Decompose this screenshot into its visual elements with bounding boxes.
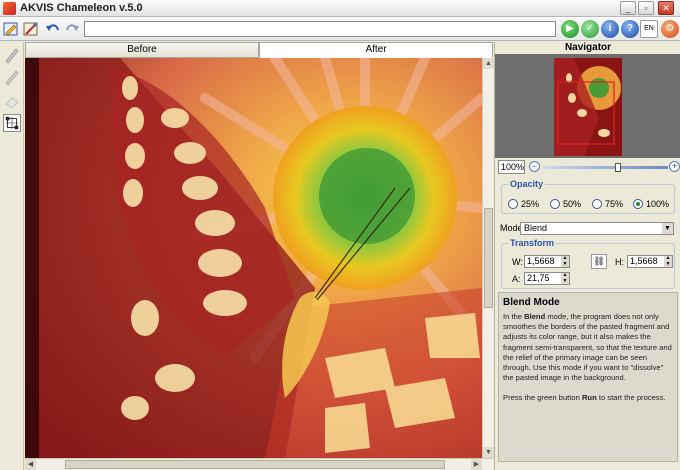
mode-row: Mode Blend ▼ <box>500 222 676 236</box>
scroll-left-arrow-icon[interactable]: ◀ <box>25 459 36 470</box>
apply-button[interactable]: ✓ <box>581 20 599 38</box>
help-button[interactable]: ? <box>621 20 639 38</box>
run-button[interactable]: ▶ <box>561 20 579 38</box>
tab-before[interactable]: Before <box>25 42 259 58</box>
width-spinner-icon[interactable]: ▲ ▼ <box>561 255 569 267</box>
info-button[interactable]: i <box>601 20 619 38</box>
maximize-button[interactable]: ▫ <box>638 1 654 15</box>
scroll-up-arrow-icon[interactable]: ▲ <box>483 58 494 69</box>
language-button[interactable]: EN <box>640 20 658 38</box>
navigator-thumbnail <box>554 58 622 156</box>
vertical-scroll-thumb[interactable] <box>484 208 493 308</box>
mode-value: Blend <box>524 223 548 233</box>
zoom-row: 100% − + <box>495 159 680 175</box>
horizontal-scroll-thumb[interactable] <box>65 460 445 469</box>
canvas-horizontal-scrollbar[interactable]: ◀ ▶ <box>25 458 493 470</box>
angle-spinner-icon[interactable]: ▲ ▼ <box>561 272 569 284</box>
transform-tool-icon[interactable] <box>3 114 21 132</box>
close-button[interactable]: ✕ <box>658 1 674 15</box>
help-paragraph-1: In the Blend mode, the program does not … <box>503 312 672 383</box>
pencil-tool-icon[interactable] <box>3 46 21 64</box>
navigator-preview[interactable] <box>495 54 680 158</box>
app-logo-icon <box>3 2 16 15</box>
scroll-right-arrow-icon[interactable]: ▶ <box>471 459 482 470</box>
help-title: Blend Mode <box>503 297 560 308</box>
open-file-icon[interactable] <box>2 20 20 38</box>
height-label: H: <box>615 257 624 267</box>
settings-button[interactable]: ⚙ <box>661 20 679 38</box>
opacity-group: Opacity 25% 50% 75% 100% <box>501 179 675 214</box>
radio-dot[interactable] <box>508 199 518 209</box>
brush-tool-icon[interactable] <box>3 68 21 86</box>
radio-dot[interactable] <box>592 199 602 209</box>
tool-strip <box>0 42 24 470</box>
help-paragraph-2: Press the green button Run to start the … <box>503 393 666 403</box>
window-title: AKVIS Chameleon v.5.0 <box>20 2 143 14</box>
minimize-button[interactable]: _ <box>620 1 636 15</box>
zoom-slider[interactable] <box>543 166 668 169</box>
zoom-out-icon[interactable]: − <box>529 161 540 172</box>
opacity-option-100[interactable]: 100% <box>633 198 669 210</box>
settings-panel: Navigator 100% − + Opacity 25% 50% 75% 1… <box>494 42 680 470</box>
height-spinner-icon[interactable]: ▲ ▼ <box>664 255 672 267</box>
angle-input[interactable]: 21,75 ▲ ▼ <box>524 272 570 285</box>
radio-dot[interactable] <box>550 199 560 209</box>
angle-label: A: <box>512 274 521 284</box>
butterfly-flower-image <box>25 58 482 458</box>
chevron-down-icon[interactable]: ▼ <box>662 223 673 234</box>
zoom-slider-handle[interactable] <box>615 163 621 172</box>
width-input[interactable]: 1,5668 ▲ ▼ <box>524 255 570 268</box>
toolbar: ▶ ✓ i ? EN ⚙ <box>0 17 680 41</box>
mode-select[interactable]: Blend ▼ <box>520 222 674 235</box>
navigator-header: Navigator <box>564 42 612 53</box>
transform-title: Transform <box>508 238 557 248</box>
image-canvas[interactable] <box>25 58 482 458</box>
view-tabs: Before After <box>25 42 493 58</box>
path-input[interactable] <box>84 21 556 37</box>
eraser-tool-icon[interactable] <box>3 92 21 110</box>
opacity-option-50[interactable]: 50% <box>550 198 581 210</box>
title-bar: AKVIS Chameleon v.5.0 _ ▫ ✕ <box>0 0 680 17</box>
link-proportions-icon[interactable]: ⛓ <box>591 254 607 269</box>
opacity-option-75[interactable]: 75% <box>592 198 623 210</box>
height-input[interactable]: 1,5668 ▲ ▼ <box>627 255 673 268</box>
opacity-title: Opacity <box>508 179 546 189</box>
radio-dot-selected[interactable] <box>633 199 643 209</box>
tab-after[interactable]: After <box>259 42 493 58</box>
zoom-in-icon[interactable]: + <box>669 161 680 172</box>
width-label: W: <box>512 257 523 267</box>
zoom-input[interactable]: 100% <box>498 160 525 174</box>
save-file-icon[interactable] <box>22 20 40 38</box>
help-box: Blend Mode In the Blend mode, the progra… <box>498 292 678 462</box>
scroll-down-arrow-icon[interactable]: ▼ <box>483 447 494 458</box>
redo-icon[interactable] <box>63 20 81 38</box>
undo-icon[interactable] <box>44 20 62 38</box>
transform-group: Transform W: 1,5668 ▲ ▼ ⛓ H: 1,5668 ▲ ▼ A:… <box>501 238 675 289</box>
opacity-option-25[interactable]: 25% <box>508 198 539 210</box>
canvas-vertical-scrollbar[interactable]: ▲ ▼ <box>482 58 494 458</box>
